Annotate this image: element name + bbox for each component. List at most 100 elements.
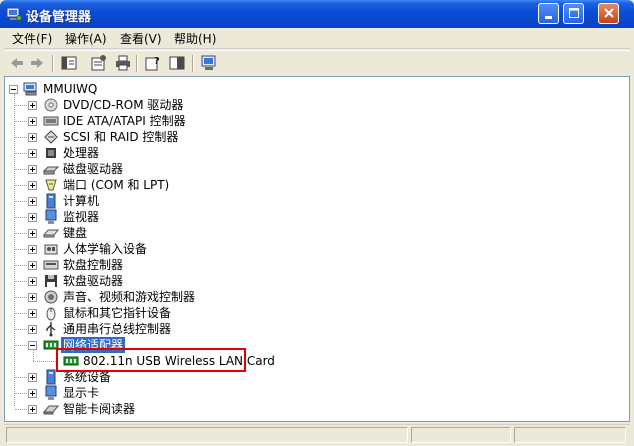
device-tree[interactable]: MMUIWQ DVD/CD-ROM 驱动器 IDE ATA/ATAPI 控制器 SC… <box>4 76 630 422</box>
tree-connector <box>15 297 27 298</box>
expand-toggle[interactable] <box>28 165 37 174</box>
tree-connector <box>15 345 27 346</box>
close-icon <box>603 8 614 18</box>
tree-item-label[interactable]: 软盘驱动器 <box>63 273 123 289</box>
tree-item-label[interactable]: 软盘控制器 <box>63 257 123 273</box>
tree-root-label[interactable]: MMUIWQ <box>43 81 97 97</box>
tree-connector <box>14 94 15 406</box>
scsi-icon <box>44 130 58 144</box>
tree-connector <box>33 349 34 361</box>
keyboard-icon <box>43 229 59 238</box>
tree-item-label[interactable]: DVD/CD-ROM 驱动器 <box>63 97 183 113</box>
expand-toggle[interactable] <box>28 373 37 382</box>
minimize-icon <box>544 16 552 19</box>
back-icon[interactable] <box>8 54 26 72</box>
expand-toggle[interactable] <box>28 101 37 110</box>
tree-connector <box>15 137 27 138</box>
menu-file[interactable]: 文件(F) <box>12 30 52 47</box>
tree-connector <box>15 313 27 314</box>
expand-toggle[interactable] <box>28 261 37 270</box>
toolbar-separator <box>136 55 138 72</box>
mouse-icon <box>46 307 56 321</box>
root-collapse-toggle[interactable] <box>9 85 18 94</box>
tree-connector <box>15 249 27 250</box>
expand-toggle[interactable] <box>28 245 37 254</box>
help-icon[interactable]: ? <box>144 54 162 72</box>
svg-text:?: ? <box>154 56 160 67</box>
tree-connector <box>15 153 27 154</box>
tree-connector <box>15 105 27 106</box>
tree-connector <box>15 185 27 186</box>
menu-action[interactable]: 操作(A) <box>65 30 107 47</box>
monitor-icon <box>45 209 57 224</box>
expand-toggle[interactable] <box>28 181 37 190</box>
minimize-button[interactable] <box>538 3 559 24</box>
floppy-drive-icon <box>45 275 57 287</box>
close-button[interactable] <box>598 3 619 24</box>
tree-item-label[interactable]: 端口 (COM 和 LPT) <box>63 177 169 193</box>
menu-bar: 文件(F) 操作(A) 查看(V) 帮助(H) <box>4 28 630 49</box>
tree-item-label[interactable]: 通用串行总线控制器 <box>63 321 171 337</box>
tree-connector <box>15 281 27 282</box>
expand-toggle[interactable] <box>28 117 37 126</box>
print-icon[interactable] <box>114 54 132 72</box>
tree-item-label[interactable]: 显示卡 <box>63 385 99 401</box>
tree-item-label[interactable]: IDE ATA/ATAPI 控制器 <box>63 113 186 129</box>
expand-toggle[interactable] <box>28 293 37 302</box>
smart-card-reader-icon <box>43 405 59 415</box>
processor-icon <box>46 148 56 158</box>
menu-view[interactable]: 查看(V) <box>120 30 162 47</box>
maximize-button[interactable] <box>563 3 584 24</box>
maximize-icon <box>568 8 579 18</box>
highlight-annotation <box>56 348 246 372</box>
tree-item-label[interactable]: 键盘 <box>63 225 87 241</box>
tree-connector <box>15 217 27 218</box>
properties-icon[interactable] <box>90 54 108 72</box>
expand-toggle[interactable] <box>28 325 37 334</box>
menu-help[interactable]: 帮助(H) <box>174 30 216 47</box>
tree-item-label[interactable]: 声音、视频和游戏控制器 <box>63 289 195 305</box>
expand-toggle[interactable] <box>28 213 37 222</box>
tree-item-label[interactable]: 监视器 <box>63 209 99 225</box>
expand-toggle[interactable] <box>28 389 37 398</box>
hid-icon <box>44 244 58 255</box>
toolbar-separator <box>52 55 54 72</box>
expand-toggle[interactable] <box>28 197 37 206</box>
tree-item-label[interactable]: 处理器 <box>63 145 99 161</box>
computer-root-icon <box>23 82 37 96</box>
title-bar[interactable]: 设备管理器 <box>0 0 634 28</box>
status-panel-2 <box>411 427 511 443</box>
expand-toggle[interactable] <box>28 133 37 142</box>
tree-view-icon[interactable] <box>60 54 78 72</box>
tree-connector <box>15 393 27 394</box>
window-title: 设备管理器 <box>26 10 92 25</box>
forward-icon[interactable] <box>28 54 46 72</box>
floppy-controller-icon <box>43 260 59 270</box>
tree-connector <box>15 201 27 202</box>
device-manager-app-icon <box>6 7 22 21</box>
toolbar: ? <box>4 50 630 76</box>
status-bar <box>4 424 630 444</box>
tree-connector <box>15 121 27 122</box>
tree-connector <box>33 361 58 362</box>
device-manager-window: 设备管理器 文件(F) 操作(A) 查看(V) 帮助(H) ? MMUIWQ D… <box>0 0 634 446</box>
expand-toggle[interactable] <box>28 229 37 238</box>
tree-item-label[interactable]: 磁盘驱动器 <box>63 161 123 177</box>
tree-connector <box>15 329 27 330</box>
tree-item-label[interactable]: 鼠标和其它指针设备 <box>63 305 171 321</box>
expand-toggle[interactable] <box>28 405 37 414</box>
tree-item-label[interactable]: SCSI 和 RAID 控制器 <box>63 129 178 145</box>
expand-toggle[interactable] <box>28 277 37 286</box>
console-tree-icon[interactable] <box>168 54 186 72</box>
tree-item-label[interactable]: 计算机 <box>63 193 99 209</box>
tree-item-label[interactable]: 智能卡阅读器 <box>63 401 135 417</box>
expand-toggle[interactable] <box>28 149 37 158</box>
status-panel-3 <box>514 427 626 443</box>
scan-hardware-icon[interactable] <box>200 54 218 72</box>
tree-item-label[interactable]: 人体学输入设备 <box>63 241 147 257</box>
status-panel-main <box>6 427 408 443</box>
tree-connector <box>15 233 27 234</box>
tree-connector <box>15 169 27 170</box>
expand-toggle[interactable] <box>28 309 37 318</box>
ide-controller-icon <box>43 116 59 126</box>
